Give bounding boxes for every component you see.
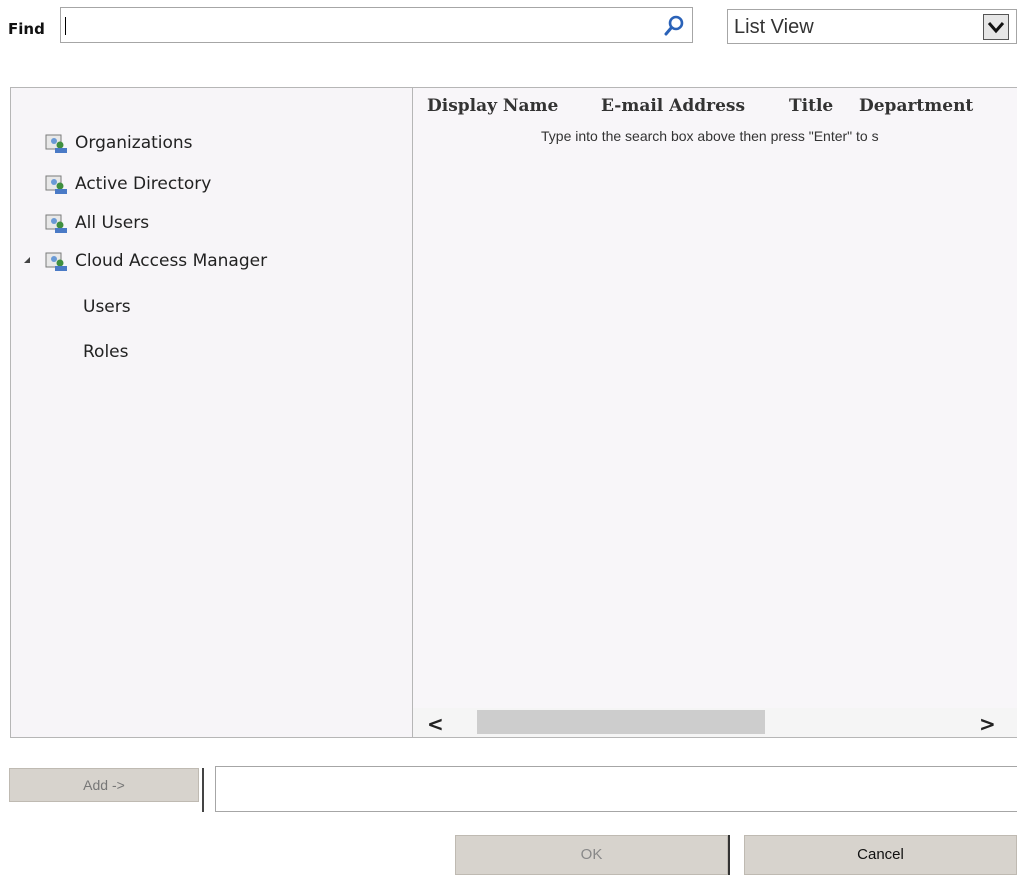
cancel-button[interactable]: Cancel bbox=[744, 835, 1017, 875]
magnifier-icon[interactable] bbox=[662, 14, 686, 38]
tree-item-label: Roles bbox=[83, 342, 129, 362]
column-header-display-name[interactable]: Display Name bbox=[427, 96, 558, 116]
search-input[interactable] bbox=[61, 8, 655, 42]
group-icon bbox=[45, 250, 69, 272]
directory-tree: Organizations Active Directory All Users… bbox=[11, 88, 413, 737]
add-button[interactable]: Add -> bbox=[9, 768, 199, 802]
group-icon bbox=[45, 173, 69, 195]
column-header-title[interactable]: Title bbox=[789, 96, 833, 116]
search-hint: Type into the search box above then pres… bbox=[541, 128, 879, 144]
horizontal-scrollbar[interactable]: < > bbox=[413, 708, 1017, 737]
chevron-down-icon[interactable] bbox=[983, 14, 1009, 40]
group-icon bbox=[45, 132, 69, 154]
tree-item-label: Users bbox=[83, 297, 131, 317]
ok-button[interactable]: OK bbox=[455, 835, 728, 875]
expand-triangle-icon[interactable] bbox=[24, 257, 30, 263]
view-select[interactable]: List View bbox=[727, 9, 1017, 44]
tree-item-label: Organizations bbox=[75, 133, 193, 153]
group-icon bbox=[45, 212, 69, 234]
tree-item-label: Cloud Access Manager bbox=[75, 251, 268, 271]
scroll-left-icon[interactable]: < bbox=[427, 712, 444, 736]
column-header-department[interactable]: Department bbox=[859, 96, 973, 116]
selected-items-field[interactable] bbox=[215, 766, 1017, 812]
column-header-email[interactable]: E-mail Address bbox=[601, 96, 745, 116]
results-list: Display Name E-mail Address Title Depart… bbox=[413, 88, 1017, 737]
view-select-value: List View bbox=[734, 16, 814, 38]
find-label: Find bbox=[8, 20, 45, 38]
text-caret bbox=[65, 17, 66, 35]
scroll-right-icon[interactable]: > bbox=[979, 712, 996, 736]
find-field[interactable] bbox=[60, 7, 693, 43]
scrollbar-thumb[interactable] bbox=[477, 710, 765, 734]
divider bbox=[202, 768, 204, 812]
tree-item-label: Active Directory bbox=[75, 174, 212, 194]
tree-item-label: All Users bbox=[75, 213, 150, 233]
picker-panel: Organizations Active Directory All Users… bbox=[10, 87, 1017, 738]
divider bbox=[728, 835, 730, 875]
